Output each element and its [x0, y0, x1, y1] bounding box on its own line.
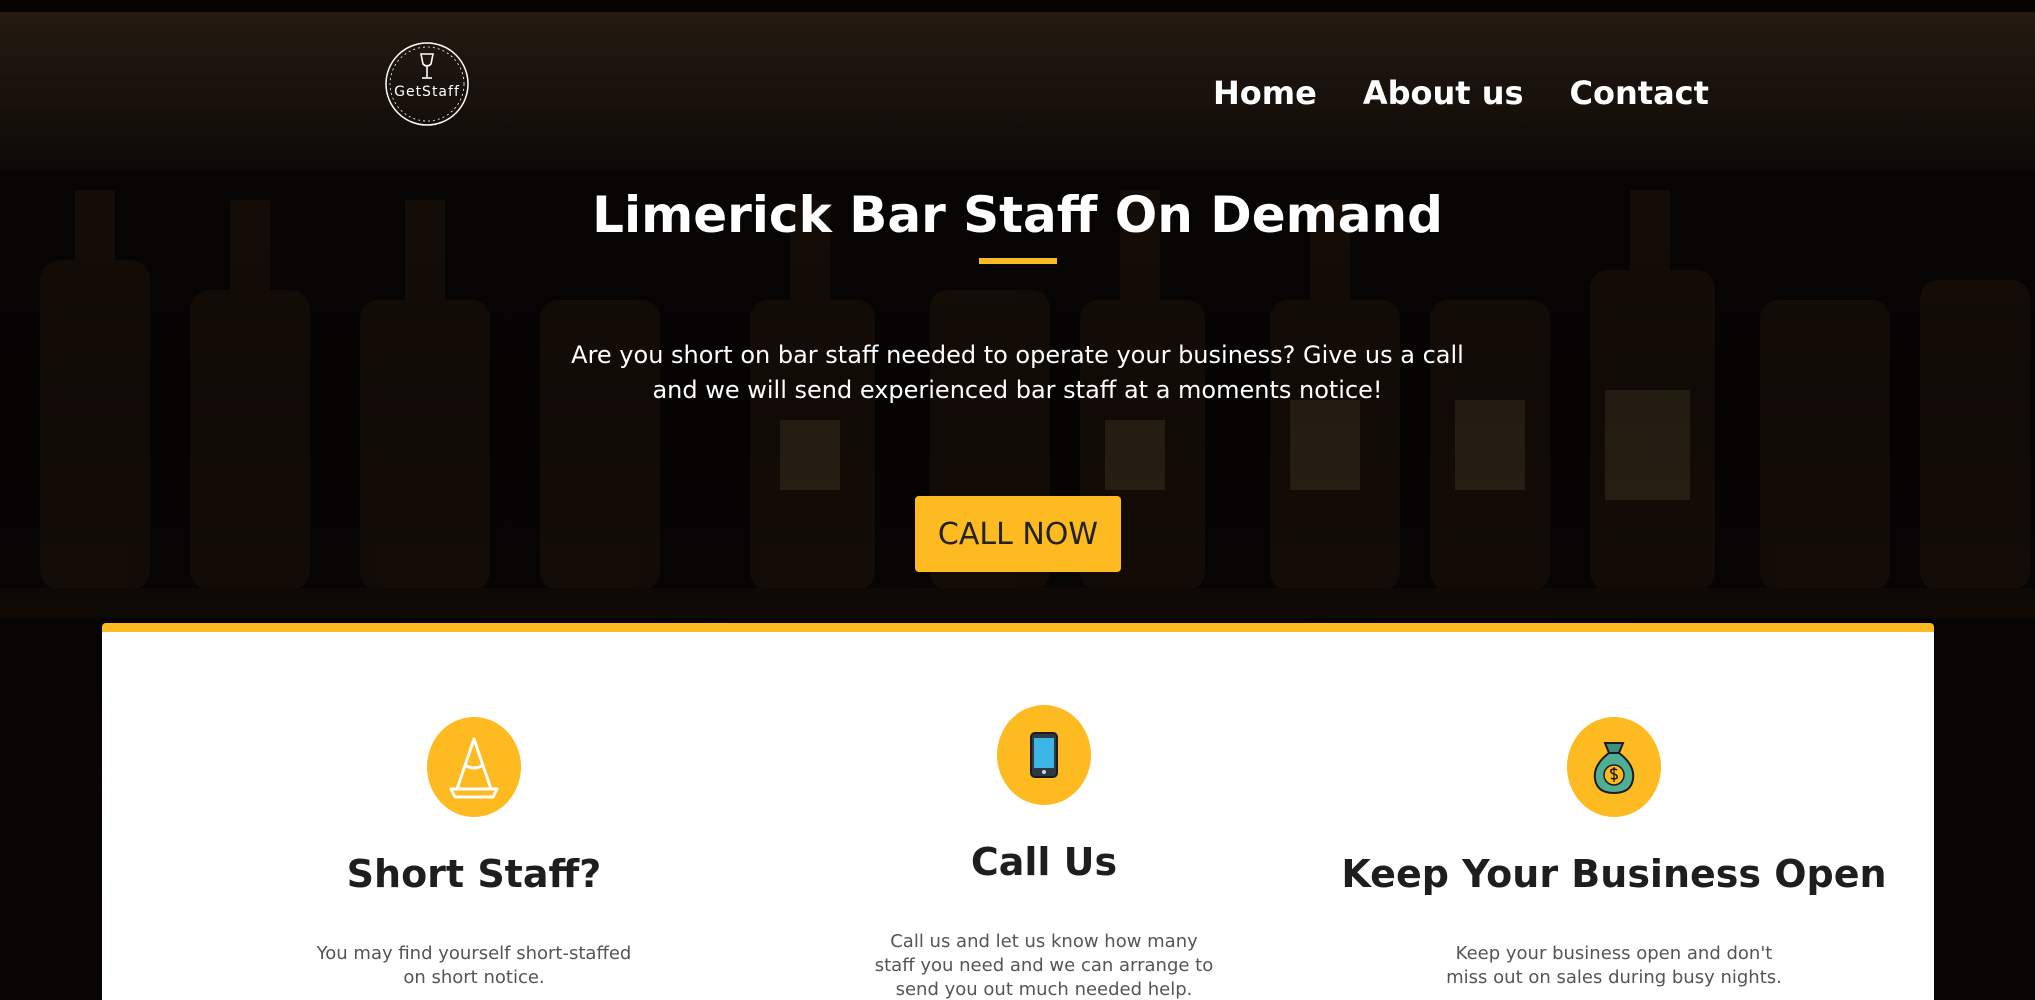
feature-title: Short Staff? — [346, 852, 602, 896]
icon-circle — [427, 717, 521, 817]
features-card: Short Staff? You may find yourself short… — [102, 623, 1934, 1000]
hero-title: Limerick Bar Staff On Demand — [592, 186, 1443, 244]
feature-title: Call Us — [970, 840, 1118, 884]
wine-glass-icon — [420, 53, 434, 79]
call-now-button[interactable]: CALL NOW — [915, 496, 1121, 572]
hero-subtitle: Are you short on bar staff needed to ope… — [571, 341, 1464, 404]
logo-text: GetStaff — [394, 84, 460, 100]
feature-text: You may find yourself short-staffed on s… — [316, 943, 632, 988]
main-nav: Home About us Contact — [1213, 74, 1709, 112]
site-logo[interactable]: GetStaff — [383, 40, 471, 128]
traffic-cone-icon — [449, 737, 499, 799]
title-underline — [979, 258, 1057, 264]
money-bag-icon — [1593, 742, 1635, 795]
icon-circle — [997, 705, 1091, 805]
nav-link-home[interactable]: Home — [1213, 74, 1317, 112]
icon-circle — [1567, 717, 1661, 817]
hero-section: GetStaff Home About us Contact Limerick … — [0, 0, 2035, 1000]
nav-link-about-us[interactable]: About us — [1363, 74, 1524, 112]
feature-title: Keep Your Business Open — [1341, 852, 1887, 896]
nav-link-contact[interactable]: Contact — [1570, 74, 1709, 112]
feature-text: Call us and let us know how many staff y… — [874, 931, 1214, 1000]
feature-text: Keep your business open and don't miss o… — [1446, 943, 1782, 988]
mobile-phone-icon — [1030, 732, 1058, 778]
